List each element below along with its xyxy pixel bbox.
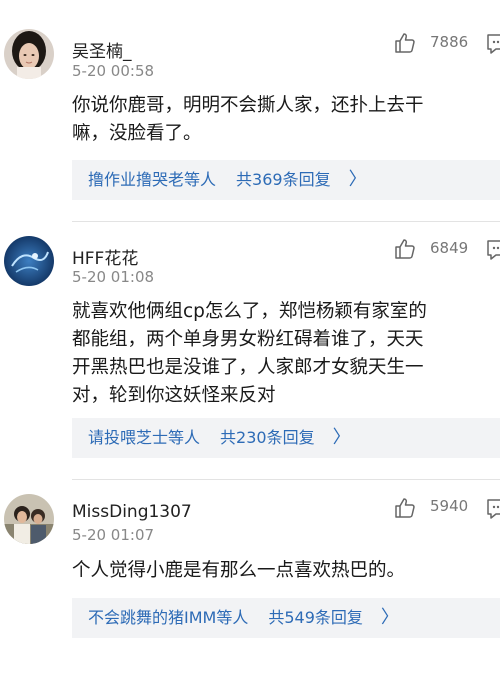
comment-text-line: 就喜欢他俩组cp怎么了，郑恺杨颖有家室的 [72,301,427,322]
thumbs-up-icon[interactable] [393,31,417,55]
reply-user-names[interactable]: 请投喂芝士 [88,418,168,458]
divider [72,221,500,222]
comment-text-line: 对，轮到你这妖怪来反对 [72,385,276,406]
comment-text: 就喜欢他俩组cp怎么了，郑恺杨颖有家室的 都能组，两个单身男女粉红碍着谁了，天天… [72,298,500,410]
comment-text: 你说你鹿哥，明明不会撕人家，还扑上去干 嘛，没脸看了。 [72,92,500,148]
comment-text-line: 你说你鹿哥，明明不会撕人家，还扑上去干 [72,95,424,116]
comment-username[interactable]: 吴圣楠_ [72,37,132,62]
comment-text-line: 开黑热巴也是没谁了，人家郎才女貌天生一 [72,357,424,378]
comment-text-line: 嘛，没脸看了。 [72,123,202,144]
reply-suffix: 等人 [168,428,201,447]
like-count: 5940 [430,497,469,515]
chevron-right-icon[interactable]: 〉 [333,418,351,458]
reply-bubble-icon[interactable] [485,32,500,56]
reply-suffix: 等人 [184,170,217,189]
thumbs-up-icon[interactable] [393,237,417,261]
blue-swirl-avatar[interactable] [4,236,54,286]
reply-suffix: 等人 [216,608,249,627]
chevron-right-icon[interactable]: 〉 [381,598,399,638]
replies-summary[interactable]: 请投喂芝士等人 共230条回复〉 [72,418,500,458]
comment-username[interactable]: MissDing1307 [72,502,192,522]
comment-time: 5-20 01:08 [72,268,155,286]
like-count: 7886 [430,33,469,51]
reply-bubble-icon[interactable] [485,238,500,262]
comment-time: 5-20 01:07 [72,526,155,544]
comment-username[interactable]: HFF花花 [72,244,138,269]
reply-bubble-icon[interactable] [485,497,500,521]
chevron-right-icon[interactable]: 〉 [349,160,367,200]
reply-user-names[interactable]: 不会跳舞的猪IMM [88,598,216,638]
reply-total[interactable]: 共230条回复 [220,418,315,458]
comment-time: 5-20 00:58 [72,62,155,80]
like-count: 6849 [430,239,469,257]
comment-text-line: 个人觉得小鹿是有那么一点喜欢热巴的。 [72,560,406,581]
reply-total[interactable]: 共549条回复 [268,598,363,638]
thumbs-up-icon[interactable] [393,496,417,520]
reply-total[interactable]: 共369条回复 [236,160,331,200]
comment-text-line: 都能组，两个单身男女粉红碍着谁了，天天 [72,329,424,350]
couple-photo-avatar[interactable] [4,494,54,544]
reply-user-names[interactable]: 撸作业撸哭老 [88,160,184,200]
replies-summary[interactable]: 不会跳舞的猪IMM等人 共549条回复〉 [72,598,500,638]
divider [72,479,500,480]
comment-text: 个人觉得小鹿是有那么一点喜欢热巴的。 [72,557,500,585]
replies-summary[interactable]: 撸作业撸哭老等人 共369条回复〉 [72,160,500,200]
girl-portrait-avatar[interactable] [4,29,54,79]
